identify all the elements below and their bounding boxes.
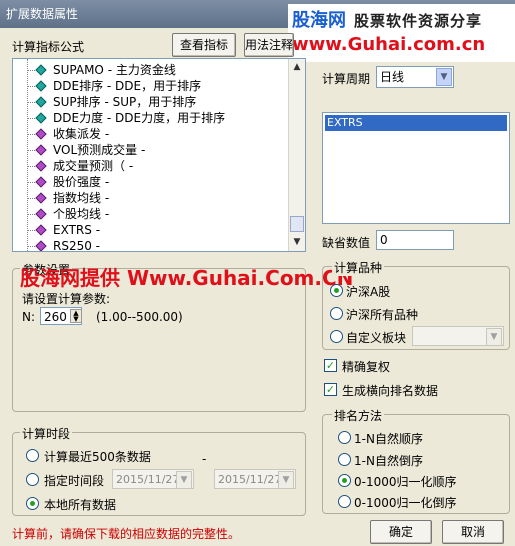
formula-gem-icon xyxy=(35,240,47,251)
time-range-title: 计算时段 xyxy=(20,425,73,442)
date-to-select[interactable]: 2015/11/27 ▼ xyxy=(214,469,296,489)
exact-rights-checkbox[interactable]: ✓ xyxy=(324,359,337,372)
n-label: N: xyxy=(22,310,36,324)
formula-tree[interactable]: SUPAMO - 主力资金线 DDE排序 - DDE，用于排序 SUP排序 - SU… xyxy=(12,58,306,252)
rank-radio-0[interactable] xyxy=(338,431,351,444)
formula-gem-icon xyxy=(35,224,47,236)
params-prompt: 请设置计算参数: xyxy=(22,292,111,306)
chevron-down-icon[interactable]: ▼ xyxy=(278,471,294,489)
variety-radio-1[interactable] xyxy=(330,307,343,320)
formula-gem-icon xyxy=(35,96,47,108)
cancel-button[interactable]: 取消 xyxy=(442,520,504,544)
variety-option-0: 沪深A股 xyxy=(346,285,391,299)
footer-warning: 计算前，请确保下载的相应数据的完整性。 xyxy=(12,527,241,541)
formula-gem-icon xyxy=(35,128,47,140)
window-title: 扩展数据属性 xyxy=(6,7,79,21)
time-radio-all[interactable] xyxy=(26,497,39,510)
formula-label: 计算指标公式 xyxy=(12,40,85,54)
chevron-down-icon[interactable]: ▼ xyxy=(486,328,502,346)
time-option-all: 本地所有数据 xyxy=(44,498,117,512)
usage-notes-button[interactable]: 用法注释 xyxy=(244,33,294,57)
tree-item-label: RS250 - xyxy=(53,239,101,252)
time-option-recent: 计算最近500条数据 xyxy=(44,450,151,464)
n-stepper[interactable]: ▲ ▼ xyxy=(70,309,82,323)
date-from-select[interactable]: 2015/11/27 ▼ xyxy=(112,469,194,489)
formula-gem-icon xyxy=(35,64,47,76)
formula-gem-icon xyxy=(35,192,47,204)
date-dash: - xyxy=(202,452,207,466)
brand-url: www.Guhai.com.cn xyxy=(292,34,486,55)
variety-option-1: 沪深所有品种 xyxy=(346,308,419,322)
scroll-up-icon[interactable]: ▲ xyxy=(290,60,304,74)
rank-option-2: 0-1000归一化顺序 xyxy=(354,475,457,489)
variety-group-title: 计算品种 xyxy=(332,259,385,276)
rank-radio-1[interactable] xyxy=(338,453,351,466)
period-value: 日线 xyxy=(380,70,405,84)
period-select[interactable]: 日线 ▼ xyxy=(376,66,454,88)
view-indicator-button[interactable]: 查看指标 xyxy=(172,33,236,57)
custom-block-select[interactable]: ▼ xyxy=(412,326,504,346)
time-option-range: 指定时间段 xyxy=(44,474,105,488)
rank-method-title: 排名方法 xyxy=(332,407,385,424)
watermark-text: 股海网提供 Www.Guhai.Com.CN xyxy=(20,266,354,290)
rank-option-0: 1-N自然顺序 xyxy=(354,432,423,446)
default-value-input[interactable]: 0 xyxy=(376,230,454,250)
variety-radio-2[interactable] xyxy=(330,330,343,343)
n-range: (1.00--500.00) xyxy=(96,310,183,324)
brand-slogan: 股票软件资源分享 xyxy=(354,12,483,30)
chevron-down-icon[interactable]: ▼ xyxy=(176,471,192,489)
date-from: 2015/11/27 xyxy=(116,473,180,486)
time-radio-range[interactable] xyxy=(26,473,39,486)
default-value-label: 缺省数值 xyxy=(322,236,371,250)
chevron-down-icon[interactable]: ▼ xyxy=(436,68,452,86)
rank-option-3: 0-1000归一化倒序 xyxy=(354,496,457,510)
ok-button[interactable]: 确定 xyxy=(370,520,432,544)
result-listbox[interactable]: EXTRS xyxy=(322,112,510,224)
period-label: 计算周期 xyxy=(322,72,371,86)
formula-gem-icon xyxy=(35,208,47,220)
scroll-down-icon[interactable]: ▼ xyxy=(290,235,304,249)
formula-gem-icon xyxy=(35,176,47,188)
tree-scrollbar[interactable]: ▲ ▼ xyxy=(288,59,305,251)
scroll-thumb[interactable] xyxy=(290,216,304,232)
time-radio-recent[interactable] xyxy=(26,449,39,462)
date-to: 2015/11/27 xyxy=(218,473,282,486)
formula-gem-icon xyxy=(35,112,47,124)
formula-gem-icon xyxy=(35,80,47,92)
rank-data-checkbox[interactable]: ✓ xyxy=(324,383,337,396)
brand-name: 股海网 xyxy=(292,10,346,31)
rank-radio-3[interactable] xyxy=(338,495,351,508)
rank-option-1: 1-N自然倒序 xyxy=(354,454,423,468)
rank-radio-2[interactable] xyxy=(338,474,351,487)
result-list-item[interactable]: EXTRS xyxy=(325,115,507,131)
formula-gem-icon xyxy=(35,144,47,156)
rank-data-label: 生成横向排名数据 xyxy=(342,384,439,398)
variety-radio-0[interactable] xyxy=(330,284,343,297)
formula-gem-icon xyxy=(35,160,47,172)
variety-option-2: 自定义板块 xyxy=(346,331,407,345)
exact-rights-label: 精确复权 xyxy=(342,360,391,374)
brand-banner: 股海网 股票软件资源分享 www.Guhai.com.cn xyxy=(288,4,515,62)
